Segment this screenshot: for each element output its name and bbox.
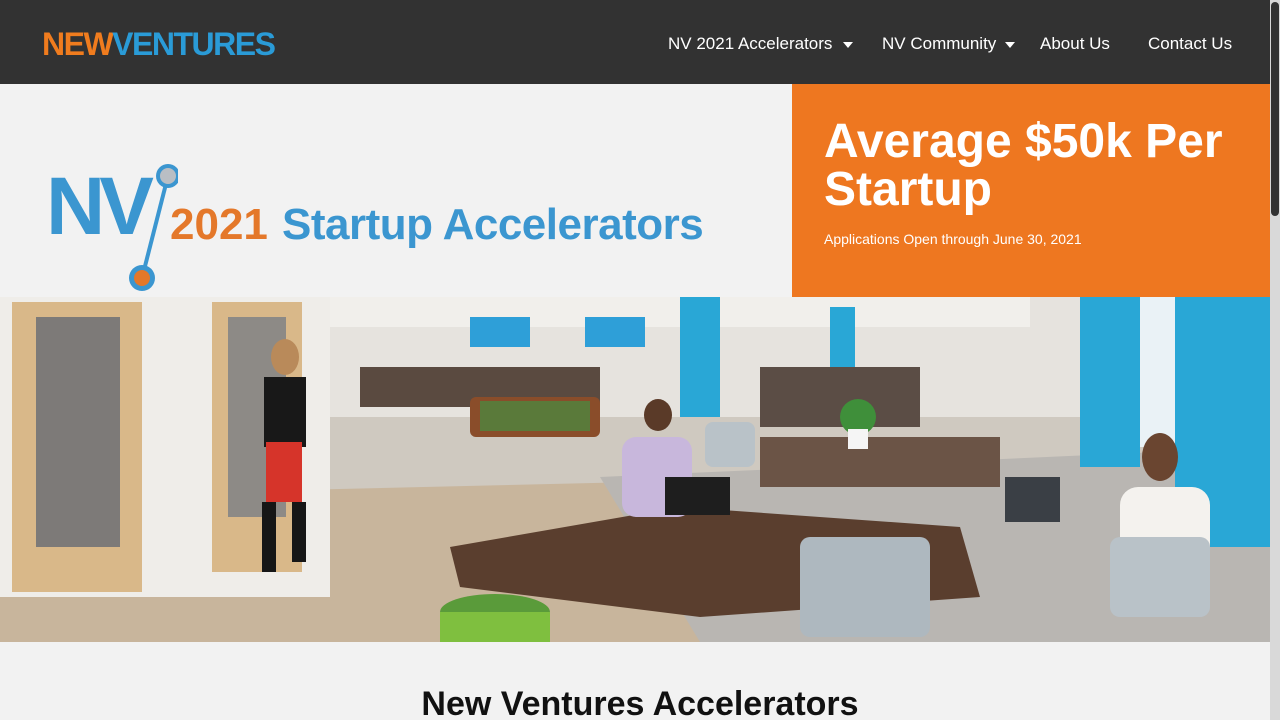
- nav-item-community[interactable]: NV Community: [882, 34, 996, 54]
- office-scene-image: [0, 297, 1270, 642]
- office-photo: [0, 297, 1270, 642]
- connector-line-icon: [129, 164, 178, 291]
- chevron-down-icon[interactable]: [843, 42, 853, 48]
- chevron-down-icon[interactable]: [1005, 42, 1015, 48]
- nav-item-contact[interactable]: Contact Us: [1148, 34, 1232, 54]
- nav-item-accelerators[interactable]: NV 2021 Accelerators: [668, 34, 832, 54]
- promo-panel: Average $50k Per Startup Applications Op…: [792, 84, 1270, 297]
- section-title: New Ventures Accelerators: [421, 685, 859, 720]
- promo-title: Average $50k Per Startup: [824, 115, 1223, 216]
- banner-year: 2021: [170, 200, 268, 249]
- accelerators-banner: NV 2021 Startup Accelerators: [0, 84, 792, 297]
- promo-subtitle: Applications Open through June 30, 2021: [824, 231, 1082, 247]
- page-scrollbar[interactable]: [1270, 0, 1280, 720]
- main-nav: NV 2021 Accelerators NV Community About …: [0, 0, 1270, 84]
- scrollbar-thumb[interactable]: [1271, 2, 1279, 216]
- accelerators-section: New Ventures Accelerators: [0, 642, 1270, 720]
- nav-item-about[interactable]: About Us: [1040, 34, 1110, 54]
- banner-title: Startup Accelerators: [282, 200, 704, 249]
- site-header: NEWVENTURES NV 2021 Accelerators NV Comm…: [0, 0, 1270, 84]
